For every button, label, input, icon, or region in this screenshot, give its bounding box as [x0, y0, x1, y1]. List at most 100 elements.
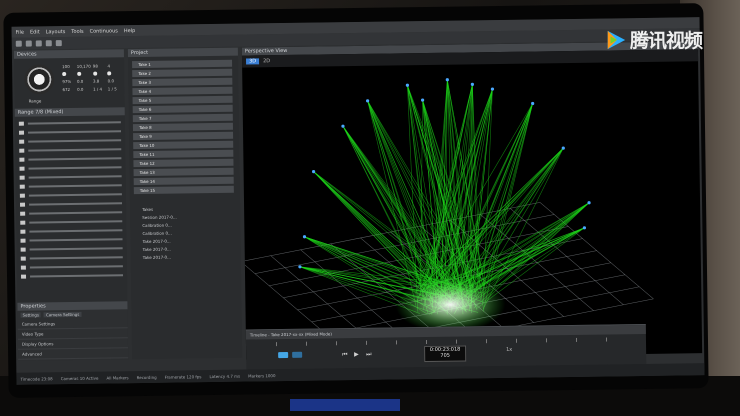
status-item: Recording [137, 374, 157, 379]
device-row[interactable] [20, 227, 122, 234]
device-row[interactable] [21, 272, 123, 279]
camera-node-icon[interactable] [298, 265, 301, 268]
device-row[interactable] [20, 173, 122, 180]
camera-node-icon[interactable] [471, 83, 474, 86]
device-row[interactable] [19, 146, 121, 153]
device-row[interactable] [20, 191, 122, 198]
device-row[interactable] [21, 245, 123, 252]
camera-stat: 0.0 [77, 87, 91, 92]
takes-tree: Takes Session 2017-0... Calibration 0... Ca… [134, 206, 235, 263]
project-item[interactable]: Take 7 [133, 114, 233, 122]
frame-value: 705 [425, 352, 465, 359]
camera-node-icon[interactable] [421, 98, 424, 101]
play-icon[interactable]: ▶ [354, 351, 359, 358]
project-item[interactable]: Take 9 [133, 132, 233, 140]
project-item[interactable]: Take 5 [133, 96, 233, 104]
project-item[interactable]: Take 10 [133, 141, 233, 149]
playback-speed[interactable]: 1x [506, 347, 512, 353]
device-row[interactable] [20, 236, 122, 243]
status-item: Cameras 10 Active [61, 375, 99, 381]
new-icon[interactable] [16, 41, 22, 47]
menu-item-edit[interactable]: Edit [30, 29, 40, 35]
tab-camera-settings[interactable]: Camera Settings [44, 312, 81, 318]
camera-node-icon[interactable] [303, 235, 306, 238]
menu-item-tools[interactable]: Tools [71, 28, 83, 34]
camera-row-icon [20, 185, 25, 189]
camera-row-icon [21, 257, 26, 261]
property-row[interactable]: Advanced [18, 348, 128, 360]
camera-node-icon[interactable] [446, 78, 449, 81]
menu-item-file[interactable]: File [16, 29, 24, 35]
project-list: Take 1 Take 2 Take 3 Take 4 Take 5 Take 6 Take… [132, 60, 234, 196]
device-row-value [29, 184, 122, 187]
project-item-label: Take 4 [132, 89, 151, 94]
project-item-label: Take 9 [133, 134, 152, 139]
open-icon[interactable] [26, 41, 32, 47]
perspective-viewport[interactable]: Perspective View 3D 2D [242, 41, 702, 359]
project-item-label: Take 8 [133, 125, 152, 130]
project-item[interactable]: Take 1 [132, 60, 232, 68]
edit-button[interactable] [292, 352, 302, 358]
device-row[interactable] [19, 155, 121, 162]
camera-row-icon [21, 248, 26, 252]
project-item-label: Take 11 [133, 152, 154, 157]
device-row[interactable] [21, 254, 123, 261]
camera-stat: 98 [93, 63, 106, 68]
grid-line [540, 201, 653, 301]
device-row[interactable] [19, 164, 121, 171]
device-row-value [30, 256, 123, 259]
device-row[interactable] [19, 128, 121, 135]
camera-node-icon[interactable] [366, 99, 369, 102]
skip-back-icon[interactable]: ⏮ [342, 351, 348, 359]
device-row[interactable] [20, 200, 122, 207]
camera-row-icon [19, 122, 24, 126]
device-row[interactable] [20, 182, 122, 189]
camera-node-icon[interactable] [406, 84, 409, 87]
timecode-display: 0:00:23:018 705 [424, 345, 466, 362]
project-item[interactable]: Take 8 [133, 123, 233, 131]
camera-row-icon [20, 176, 25, 180]
tab-settings[interactable]: Settings [21, 312, 41, 317]
project-panel: Project Take 1 Take 2 Take 3 Take 4 Take 5 Ta… [128, 48, 242, 360]
layout-icon[interactable] [46, 40, 52, 46]
camera-stat: 3.8 [93, 78, 106, 83]
device-row[interactable] [21, 263, 123, 270]
live-button[interactable] [278, 352, 288, 358]
device-row[interactable] [19, 137, 121, 144]
devices-header: Devices [14, 49, 124, 59]
tab-3d[interactable]: 3D [246, 58, 259, 64]
camera-row-icon [20, 194, 25, 198]
camera-node-icon[interactable] [491, 87, 494, 90]
status-item: Framerate 120 fps [165, 374, 202, 380]
device-row-value [30, 265, 123, 268]
skip-forward-icon[interactable]: ⏭ [366, 351, 372, 359]
project-item[interactable]: Take 4 [132, 87, 232, 95]
menu-item-help[interactable]: Help [124, 28, 135, 34]
project-item[interactable]: Take 13 [134, 168, 234, 176]
take-item[interactable]: Take 2017-0... [135, 254, 235, 263]
3d-scene[interactable] [242, 61, 702, 359]
device-row[interactable] [19, 119, 121, 126]
project-item[interactable]: Take 2 [132, 69, 232, 77]
menu-item-layouts[interactable]: Layouts [46, 29, 66, 35]
project-item[interactable]: Take 6 [133, 105, 233, 113]
devices-panel: Devices 100 10,170 98 4 97% 0.0 3.8 0.0 … [14, 49, 128, 361]
device-row-value [28, 121, 121, 124]
device-row[interactable] [20, 218, 122, 225]
devices-subheader: Range 7/8 (Mixed) [15, 107, 125, 117]
save-icon[interactable] [36, 40, 42, 46]
settings-icon[interactable] [56, 40, 62, 46]
project-item[interactable]: Take 15 [134, 186, 234, 194]
device-row[interactable] [20, 209, 122, 216]
project-item[interactable]: Take 12 [133, 159, 233, 167]
project-item[interactable]: Take 11 [133, 150, 233, 158]
tab-2d[interactable]: 2D [263, 58, 270, 64]
device-row-value [30, 238, 123, 241]
project-item-label: Take 12 [133, 161, 154, 166]
camera-icon[interactable] [24, 64, 54, 94]
project-item[interactable]: Take 14 [134, 177, 234, 185]
project-item[interactable]: Take 3 [132, 78, 232, 86]
project-header: Project [128, 48, 238, 58]
camera-node-icon[interactable] [531, 102, 534, 105]
menu-item-continuous[interactable]: Continuous [90, 28, 118, 34]
